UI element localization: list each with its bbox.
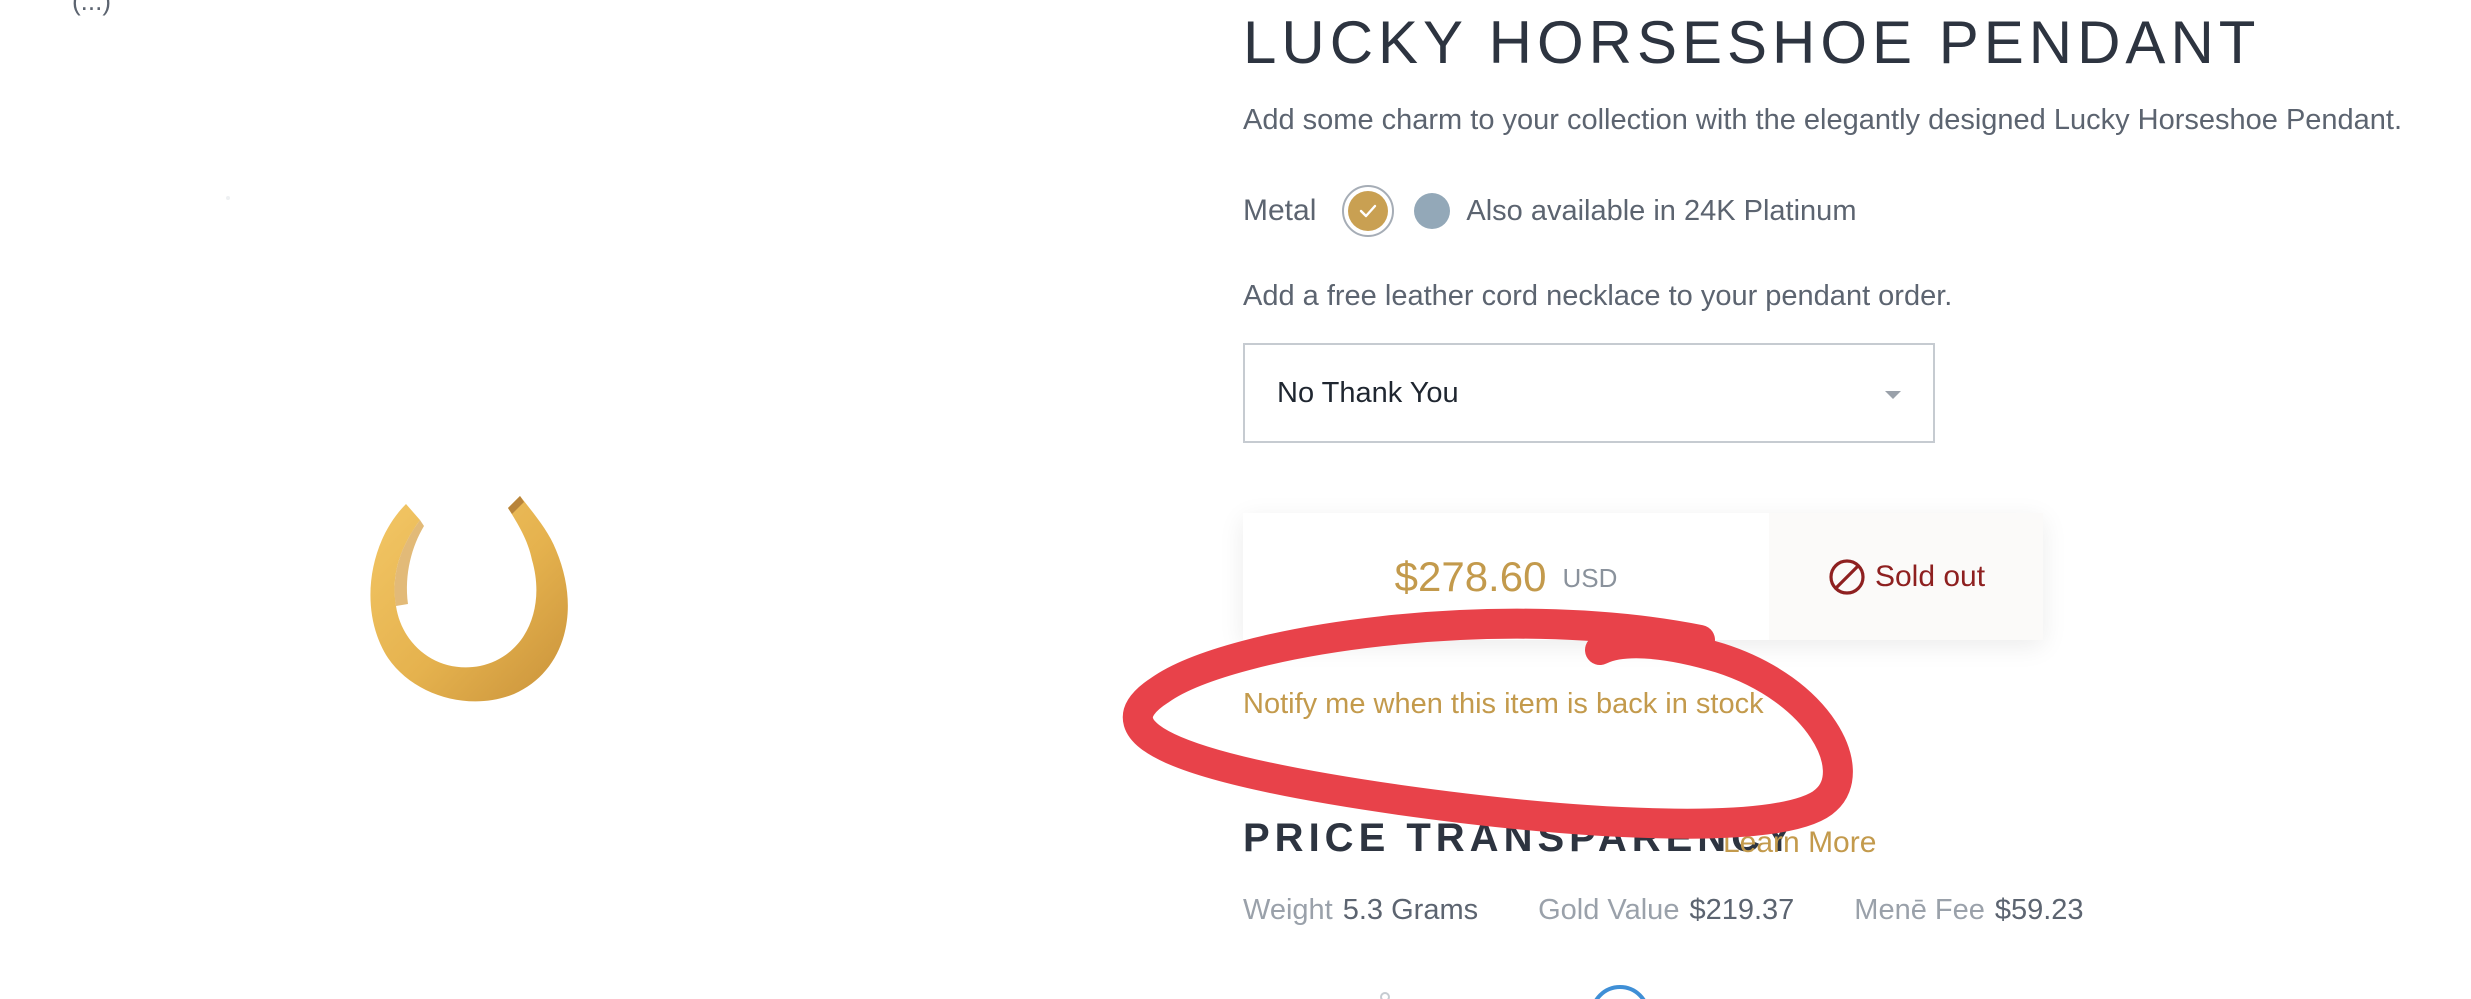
price-currency: USD: [1562, 563, 1618, 593]
metal-swatch-platinum[interactable]: [1414, 193, 1451, 229]
price-box: $278.60 USD Sold out: [1243, 513, 2043, 640]
learn-more-link[interactable]: Learn More: [1723, 826, 1876, 860]
sold-out-label: Sold out: [1874, 559, 1986, 593]
stat-label: Menē Fee: [1854, 894, 1985, 926]
cord-prompt: Add a free leather cord necklace to your…: [1243, 280, 1953, 312]
stat-mene-fee: Menē Fee $59.23: [1854, 894, 2083, 927]
product-title: LUCKY HORSESHOE PENDANT: [1243, 9, 2261, 76]
stat-value: 5.3 Grams: [1342, 894, 1479, 926]
metal-selector: Metal Also available in 24K Platinum: [1243, 185, 1857, 237]
notify-back-in-stock-link[interactable]: Notify me when this item is back in stoc…: [1243, 688, 1764, 721]
price-transparency-heading: PRICE TRANSPARENCY: [1243, 816, 1797, 860]
horseshoe-pendant-image: [350, 480, 610, 740]
breadcrumb-fragment: (...): [72, 0, 111, 16]
stat-label: Weight: [1243, 894, 1333, 926]
info-icon-fragment: [1380, 992, 1390, 999]
price-transparency-stats: Weight 5.3 Grams Gold Value $219.37 Menē…: [1243, 894, 2144, 927]
chat-button-fragment[interactable]: [1590, 985, 1650, 999]
prohibited-icon: [1829, 558, 1865, 595]
product-description: Add some charm to your collection with t…: [1243, 104, 2403, 136]
price-amount: $278.60: [1394, 552, 1547, 600]
cord-select[interactable]: No Thank You: [1243, 343, 1935, 443]
checkmark-icon: [1360, 204, 1377, 218]
stat-gold-value: Gold Value $219.37: [1538, 894, 1794, 927]
stat-value: $59.23: [1994, 894, 2084, 926]
sold-out-button[interactable]: Sold out: [1769, 513, 2043, 640]
stat-label: Gold Value: [1538, 894, 1680, 926]
cord-select-value: No Thank You: [1277, 376, 1459, 409]
metal-availability-text: Also available in 24K Platinum: [1466, 194, 1857, 227]
price-display: $278.60 USD: [1243, 513, 1769, 640]
gold-swatch-fill: [1348, 191, 1389, 231]
image-speck: [226, 196, 230, 200]
stat-value: $219.37: [1689, 894, 1795, 926]
metal-label: Metal: [1243, 194, 1317, 227]
stat-weight: Weight 5.3 Grams: [1243, 894, 1478, 927]
metal-swatch-gold[interactable]: [1342, 185, 1395, 237]
chevron-down-icon: [1885, 391, 1901, 399]
